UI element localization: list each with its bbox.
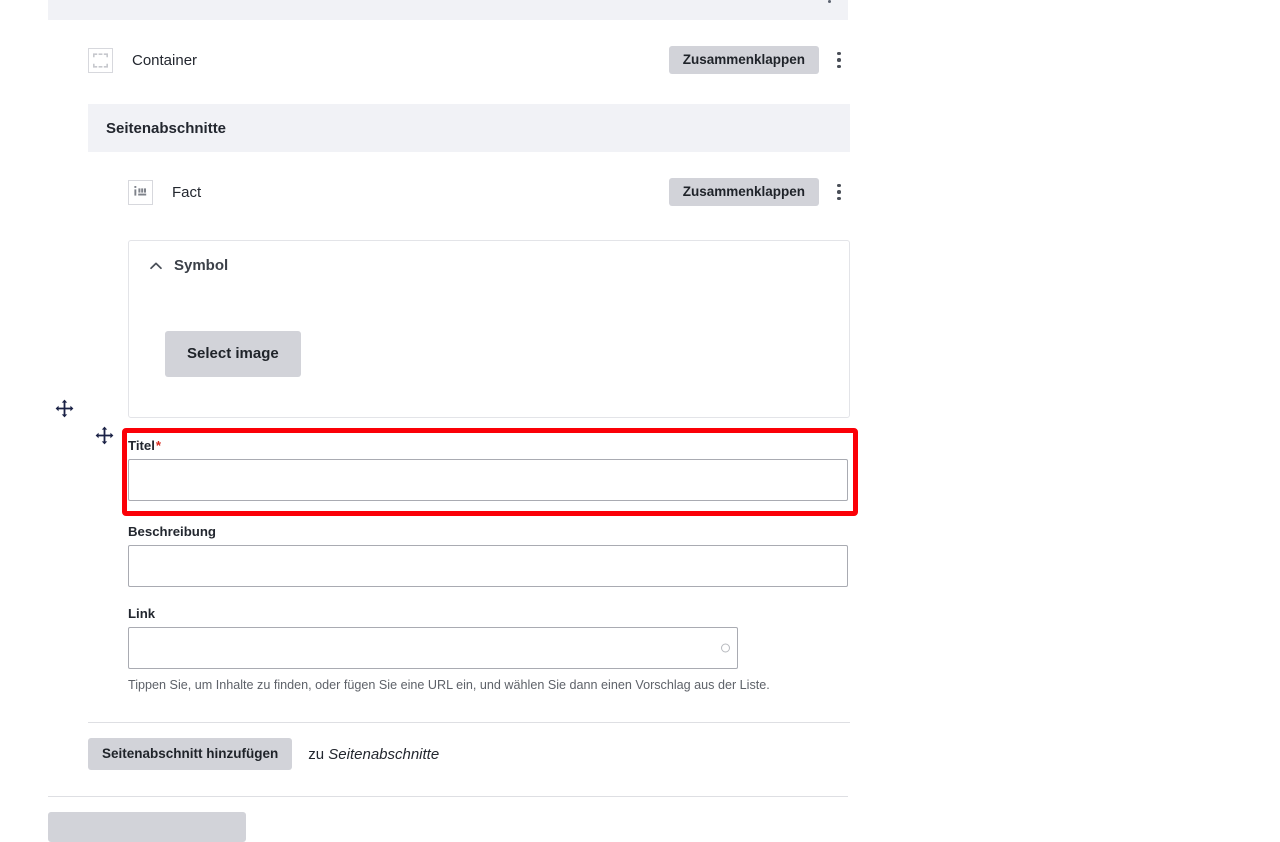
link-input-wrapper	[128, 627, 738, 669]
section-band-title: Seitenabschnitte	[106, 119, 227, 137]
add-section-row: Seitenabschnitt hinzufügen zu Seitenabsc…	[88, 738, 439, 770]
add-section-tail-prefix: zu	[308, 745, 325, 763]
add-section-target-text: zu Seitenabschnitte	[308, 746, 439, 763]
component-label-fact: Fact	[172, 183, 202, 201]
collapse-button-container[interactable]: Zusammenklappen	[668, 46, 819, 74]
symbol-panel-title: Symbol	[174, 257, 229, 274]
select-image-button[interactable]: Select image	[165, 331, 301, 377]
move-cursor-icon-2[interactable]	[95, 426, 114, 445]
chevron-up-icon	[148, 258, 164, 274]
symbol-panel-header[interactable]: Symbol	[129, 241, 849, 274]
component-row-fact: Fact Zusammenklappen	[128, 170, 850, 214]
field-label-beschreibung: Beschreibung	[128, 524, 216, 539]
section-band-seitenabschnitte: Seitenabschnitte	[88, 104, 850, 152]
component-row-container: Container Zusammenklappen	[88, 38, 850, 82]
link-input[interactable]	[128, 627, 738, 669]
add-section-button[interactable]: Seitenabschnitt hinzufügen	[88, 738, 293, 770]
field-beschreibung: Beschreibung	[128, 524, 848, 587]
symbol-panel: Symbol Select image	[128, 240, 850, 418]
kebab-menu-icon-container[interactable]	[828, 46, 850, 74]
required-asterisk-titel: *	[155, 438, 162, 453]
move-cursor-icon-1[interactable]	[55, 399, 74, 418]
link-field-hint: Tippen Sie, um Inhalte zu finden, oder f…	[128, 678, 770, 692]
field-label-link: Link	[128, 606, 156, 621]
field-label-titel: Titel*	[128, 438, 848, 453]
field-titel: Titel*	[128, 438, 848, 501]
top-section-band-partial	[48, 0, 848, 20]
fact-info-icon	[128, 179, 153, 205]
top-kebab-menu-icon[interactable]	[828, 0, 832, 4]
component-label-container: Container	[132, 51, 198, 69]
add-section-tail-target: Seitenabschnitte	[328, 745, 440, 763]
container-icon	[88, 47, 113, 73]
collapse-button-fact[interactable]: Zusammenklappen	[668, 178, 819, 206]
kebab-menu-icon-fact[interactable]	[828, 178, 850, 206]
beschreibung-input[interactable]	[128, 545, 848, 587]
field-link: Link Tippen Sie, um Inhalte zu finden, o…	[128, 606, 770, 693]
page-root: Container Zusammenklappen Seitenabschnit…	[0, 0, 1280, 842]
field-label-text-titel: Titel	[128, 438, 155, 453]
titel-input[interactable]	[128, 459, 848, 501]
divider-above-add-section	[88, 722, 850, 723]
divider-bottom	[48, 796, 848, 797]
